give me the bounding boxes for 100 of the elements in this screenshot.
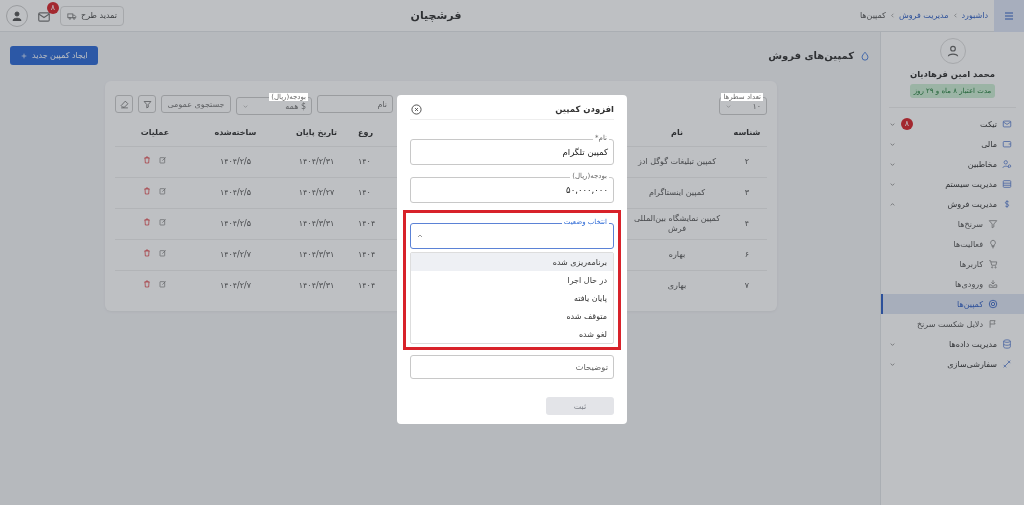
table-cell: بهاری — [667, 280, 687, 291]
dropdown-option[interactable]: در حال اجرا — [411, 271, 613, 289]
table-cell: ۱۴۰۴/۳/۳۱ — [298, 218, 335, 229]
edit-icon — [159, 280, 167, 289]
truck-icon — [67, 10, 77, 21]
chevron-down-icon — [725, 102, 732, 110]
delete-button[interactable] — [143, 218, 151, 229]
dropdown-option[interactable]: برنامه‌ریزی شده — [411, 253, 613, 271]
description-field[interactable]: توضیحات — [410, 355, 614, 379]
chevron-down-icon — [889, 180, 896, 188]
edit-icon — [159, 249, 167, 258]
plus-icon — [20, 51, 28, 60]
table-cell: کمپین اینستاگرام — [648, 187, 706, 198]
table-cell: ۱۴۰ — [358, 187, 371, 198]
menu-button[interactable] — [994, 0, 1024, 32]
clear-filter-button[interactable] — [115, 95, 133, 113]
chevron-down-icon — [889, 360, 896, 368]
chevron-down-icon — [889, 160, 896, 168]
breadcrumb[interactable]: داشبورد — [961, 11, 988, 20]
flag-icon — [988, 319, 998, 329]
column-header: تاریخ پایان — [296, 127, 337, 137]
dropdown-option[interactable]: متوقف شده — [411, 307, 613, 325]
wallet-icon — [1002, 139, 1012, 149]
filter-icon — [142, 99, 152, 109]
chevron-down-icon — [889, 140, 896, 148]
table-cell: ۱۴۰۴/۲/۷ — [219, 249, 252, 260]
sidebar-item[interactable]: مدیریت سیستم — [881, 174, 1024, 194]
envelope-icon — [37, 9, 51, 24]
funnel-icon — [988, 219, 998, 229]
trash-icon — [143, 280, 151, 289]
sidebar-item[interactable]: سفارشی‌سازی — [881, 354, 1024, 374]
edit-button[interactable] — [159, 218, 167, 229]
table-cell: ۱۴۰ — [358, 156, 371, 167]
sidebar-item[interactable]: مدیریت فروش — [881, 194, 1024, 214]
edit-icon — [159, 218, 167, 227]
submenu-item[interactable]: سرنخ‌ها — [881, 214, 1024, 234]
delete-button[interactable] — [143, 156, 151, 167]
trash-icon — [143, 156, 151, 165]
user-name: محمد امین فرهادیان — [909, 69, 996, 79]
sidebar-item[interactable]: تیکت ۸ — [881, 114, 1024, 134]
table-cell: ۱۴۰۴ — [358, 249, 376, 260]
table-cell: بهاره — [668, 249, 686, 260]
close-icon — [410, 103, 422, 115]
cart-icon — [988, 259, 998, 269]
modal-title: افزودن کمپین — [555, 103, 614, 114]
edit-button[interactable] — [159, 156, 167, 167]
table-cell: ۱۴۰۴/۲/۷ — [219, 280, 252, 291]
column-header: شناسه — [733, 127, 761, 137]
chevron-down-icon — [889, 120, 896, 128]
submenu-item[interactable]: دلایل شکست سرنخ — [881, 314, 1024, 334]
chevron-down-icon — [889, 340, 896, 348]
app-title: فرشچیان — [409, 9, 463, 22]
notification-badge: ۸ — [47, 1, 59, 14]
name-filter-field[interactable]: نام — [317, 95, 393, 113]
edit-button[interactable] — [159, 187, 167, 198]
chevron-left-icon — [951, 12, 959, 19]
menu-icon — [1003, 9, 1015, 22]
breadcrumb: کمپین‌ها — [859, 11, 886, 20]
table-cell: ۱۴۰۴ — [358, 280, 376, 291]
table-cell: ۷ — [744, 280, 750, 291]
table-cell: ۱۴۰۴/۲/۵ — [219, 187, 252, 198]
edit-button[interactable] — [159, 249, 167, 260]
table-cell: ۱۴۰۴/۳/۳۱ — [298, 249, 335, 260]
table-cell: ۱۴۰۴/۲/۵ — [219, 218, 252, 229]
column-header: روع — [358, 127, 374, 137]
table-cell: کمپین تبلیغات گوگل ادز — [638, 156, 716, 167]
column-header: ساخته‌شده — [214, 127, 257, 137]
create-campaign-button[interactable]: ایجاد کمپین جدید — [10, 46, 98, 65]
table-cell: ۶ — [744, 249, 750, 260]
trash-icon — [143, 218, 151, 227]
eraser-icon — [119, 99, 129, 109]
sidebar-item[interactable]: مالی — [881, 134, 1024, 154]
table-cell: ۱۴۰۴/۳/۳۱ — [298, 280, 335, 291]
sidebar-item[interactable]: مدیریت داده‌ها — [881, 334, 1024, 354]
table-cell-text: کمپین نمایشگاه بین‌المللی فرش — [632, 213, 722, 234]
column-header: عملیات — [140, 127, 170, 137]
breadcrumb[interactable]: مدیریت فروش — [898, 11, 949, 20]
delete-button[interactable] — [143, 187, 151, 198]
count-badge: ۸ — [901, 118, 913, 130]
close-button[interactable] — [410, 102, 422, 115]
database-icon — [1002, 339, 1012, 349]
dropdown-option[interactable]: پایان یافته — [411, 289, 613, 307]
submenu-item[interactable]: کاربرها — [881, 254, 1024, 274]
submenu-item[interactable]: ورودی‌ها — [881, 274, 1024, 294]
search-field[interactable]: جستجوی عمومی — [161, 95, 231, 113]
table-cell: ۱۴۰۴/۲/۳۱ — [298, 156, 335, 167]
submenu-item[interactable]: کمپین‌ها — [881, 294, 1024, 314]
table-cell: ۱۴۰۴ — [358, 218, 376, 229]
renew-plan-button[interactable]: تمدید طرح — [60, 5, 124, 26]
profile-avatar[interactable] — [6, 4, 28, 27]
trash-icon — [143, 249, 151, 258]
dropdown-option[interactable]: لغو شده — [411, 325, 613, 343]
submenu-item[interactable]: فعالیت‌ها — [881, 234, 1024, 254]
chevron-up-icon — [416, 232, 424, 240]
delete-button[interactable] — [143, 249, 151, 260]
envelope-icon — [1002, 119, 1012, 129]
sidebar-item[interactable]: مخاطبین — [881, 154, 1024, 174]
filter-button[interactable] — [138, 95, 156, 113]
table-cell: ۱۴۰۴/۲/۵ — [219, 156, 252, 167]
users-icon — [1002, 159, 1012, 169]
